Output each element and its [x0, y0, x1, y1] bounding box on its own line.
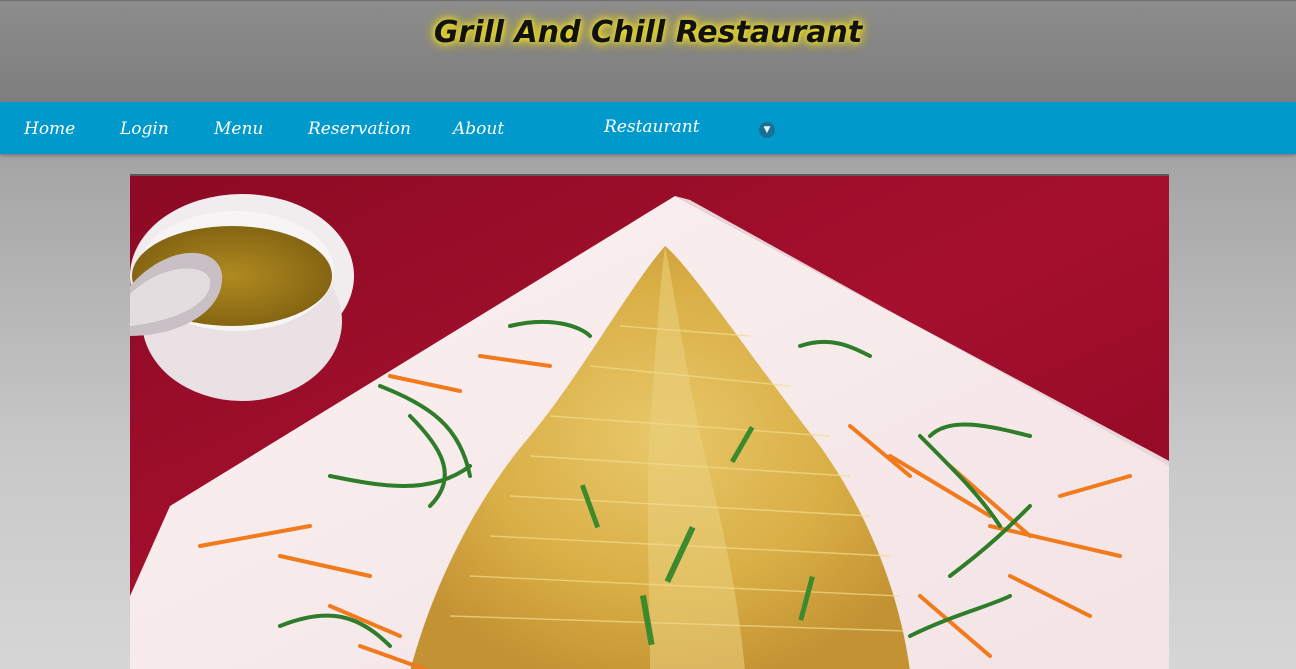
nav-home-link[interactable]: Home — [24, 119, 75, 139]
restaurant-dropdown[interactable]: Restaurant ▼ — [604, 117, 784, 139]
food-photo-illustration — [130, 176, 1169, 669]
hero-food-photo — [130, 174, 1169, 669]
nav-reservation-link[interactable]: Reservation — [308, 119, 411, 139]
nav-about-link[interactable]: About — [453, 119, 504, 139]
nav-menu-link[interactable]: Menu — [214, 119, 263, 139]
site-header: Grill And Chill Restaurant — [0, 0, 1296, 102]
nav-login-link[interactable]: Login — [120, 119, 169, 139]
restaurant-dropdown-label: Restaurant — [604, 117, 700, 137]
site-title: Grill And Chill Restaurant — [433, 15, 863, 50]
chevron-down-icon[interactable]: ▼ — [759, 122, 775, 138]
main-nav: Home Login Menu Reservation About Restau… — [0, 102, 1296, 154]
